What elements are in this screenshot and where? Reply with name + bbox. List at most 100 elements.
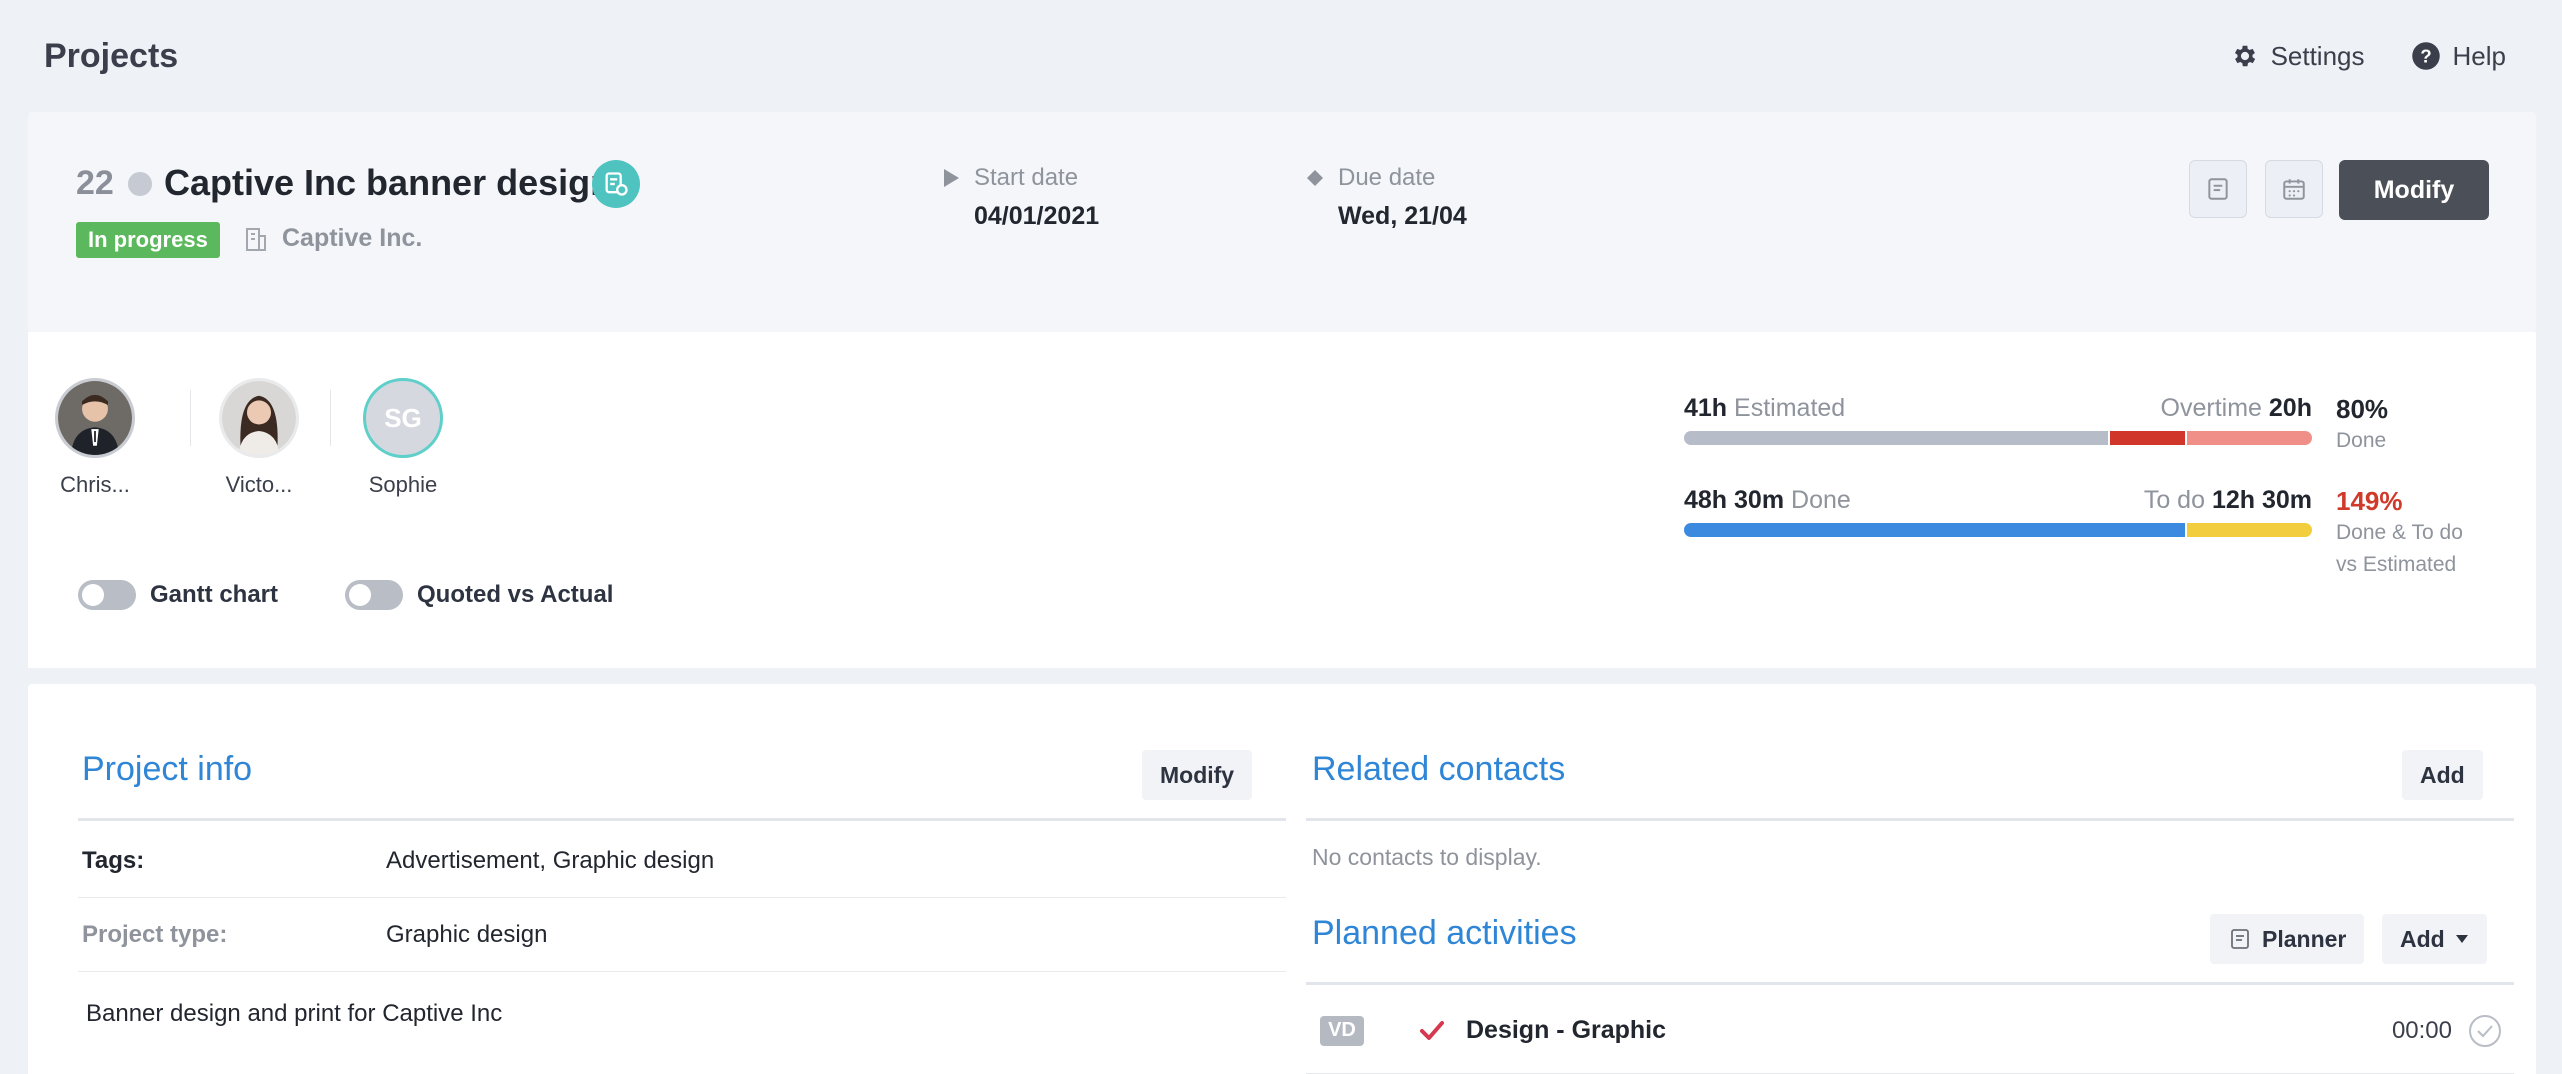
tags-value: Advertisement, Graphic design [386, 846, 715, 874]
estimated-label: Estimated [1734, 394, 1846, 422]
member-chris[interactable]: Chris... [40, 378, 150, 498]
company-name: Captive Inc. [282, 224, 423, 252]
quoted-toggle-row[interactable]: Quoted vs Actual [345, 580, 613, 610]
member-sophie[interactable]: SG Sophie [348, 378, 458, 498]
top-bar: Projects Settings ? Help [0, 0, 2562, 112]
add-contact-button[interactable]: Add [2402, 750, 2483, 800]
status-badge: In progress [76, 222, 220, 258]
ratio-percentage: 149% Done & To do vs Estimated [2336, 486, 2463, 581]
overtime-done-segment [2110, 431, 2186, 445]
due-date-label: Due date [1338, 164, 1436, 191]
notes-button[interactable] [2189, 160, 2247, 218]
done-percentage: 80% Done [2336, 394, 2388, 457]
estimated-metric: 41h Estimated Overtime 20h [1684, 394, 2312, 445]
gantt-label: Gantt chart [150, 581, 279, 608]
settings-link[interactable]: Settings [2231, 41, 2365, 72]
avatar [219, 378, 299, 458]
avatar: SG [363, 378, 443, 458]
done-label: Done [1791, 486, 1851, 514]
divider [190, 390, 191, 446]
divider [1306, 818, 2514, 821]
page-title: Projects [44, 36, 179, 75]
quoted-toggle[interactable] [345, 580, 403, 610]
settings-label: Settings [2270, 40, 2365, 71]
project-info-modify-button[interactable]: Modify [1142, 750, 1253, 800]
project-type-value: Graphic design [386, 920, 548, 948]
project-name: Captive Inc banner design [164, 162, 613, 203]
project-description: Banner design and print for Captive Inc [86, 1000, 503, 1027]
project-type-key: Project type: [82, 920, 228, 948]
caret-down-icon [2455, 935, 2468, 943]
project-info-title: Project info [82, 750, 253, 788]
done-pct-label: Done [2336, 429, 2387, 452]
building-icon [246, 227, 266, 251]
planned-activities-title: Planned activities [1312, 914, 1577, 952]
add-activity-label: Add [2400, 925, 2445, 952]
start-date-value: 04/01/2021 [974, 202, 1100, 230]
todo-value: 12h 30m [2211, 486, 2312, 514]
todo-label: To do [2143, 486, 2205, 514]
tags-row: Tags: Advertisement, Graphic design [78, 824, 1286, 898]
start-date-label: Start date [974, 164, 1079, 191]
project-header-card: 22 Captive Inc banner design In progress… [28, 112, 2536, 332]
start-date-block: Start date 04/01/2021 [942, 164, 1099, 231]
no-contacts-text: No contacts to display. [1312, 844, 1542, 870]
ratio-label-2: vs Estimated [2336, 553, 2457, 576]
related-contacts-title: Related contacts [1312, 750, 1566, 788]
project-board-icon[interactable] [592, 160, 640, 208]
divider [1306, 982, 2514, 985]
activity-time: 00:00 [2391, 1016, 2452, 1044]
play-icon [944, 169, 959, 187]
assignee-badge: VD [1320, 1015, 1364, 1046]
member-name: Sophie [368, 472, 438, 497]
due-date-block: Due date Wed, 21/04 [1306, 164, 1467, 231]
planner-button[interactable]: Planner [2210, 914, 2365, 964]
svg-text:?: ? [2420, 45, 2431, 66]
estimated-bar [1684, 431, 2312, 445]
tags-key: Tags: [82, 846, 145, 874]
overtime-remaining-segment [2187, 431, 2312, 445]
todo-segment [2186, 523, 2312, 537]
ratio-label-1: Done & To do [2336, 521, 2463, 544]
ratio-pct-value: 149% [2336, 486, 2403, 516]
avatar [55, 378, 135, 458]
help-icon: ? [2411, 42, 2440, 70]
gantt-toggle[interactable] [78, 580, 136, 610]
estimated-value: 41h [1684, 394, 1728, 422]
activity-row[interactable]: VD Design - Graphic 00:00 [1306, 988, 2514, 1074]
help-link[interactable]: ? Help [2411, 41, 2506, 72]
calendar-icon [2283, 179, 2305, 200]
gear-icon [2234, 45, 2255, 67]
project-number: 22 [76, 164, 114, 202]
member-victoria[interactable]: Victo... [204, 378, 314, 498]
help-label: Help [2452, 40, 2506, 71]
done-segment [1684, 523, 2185, 537]
planner-icon [2231, 929, 2249, 949]
diamond-icon [1307, 170, 1323, 186]
due-date-value: Wed, 21/04 [1338, 202, 1467, 230]
overtime-label: Overtime [2160, 394, 2262, 422]
priority-dot [128, 172, 152, 196]
complete-circle-icon[interactable] [2468, 1014, 2502, 1048]
details-card: Project info Modify Tags: Advertisement,… [28, 684, 2536, 1074]
done-pct-value: 80% [2336, 394, 2389, 424]
team-metrics-card: Chris... Victo... SG Sophie Gantt chart … [28, 332, 2536, 668]
top-actions: Settings ? Help [2231, 41, 2518, 72]
person-photo-icon [58, 381, 132, 455]
person-photo-icon [222, 381, 296, 455]
calendar-button[interactable] [2265, 160, 2323, 218]
notes-icon [2208, 178, 2228, 200]
done-metric: 48h 30m Done To do 12h 30m [1684, 486, 2312, 537]
activity-title: Design - Graphic [1466, 1016, 1667, 1044]
member-name: Chris... [60, 472, 130, 497]
modify-project-button[interactable]: Modify [2339, 160, 2489, 220]
overtime-value: 20h [2268, 394, 2312, 422]
gantt-toggle-row[interactable]: Gantt chart [78, 580, 278, 610]
done-bar [1684, 523, 2312, 537]
divider [330, 390, 331, 446]
company-link[interactable]: Captive Inc. [244, 224, 422, 253]
divider [78, 818, 1286, 821]
done-value: 48h 30m [1684, 486, 1785, 514]
project-type-row: Project type: Graphic design [78, 898, 1286, 972]
add-activity-button[interactable]: Add [2382, 914, 2487, 964]
